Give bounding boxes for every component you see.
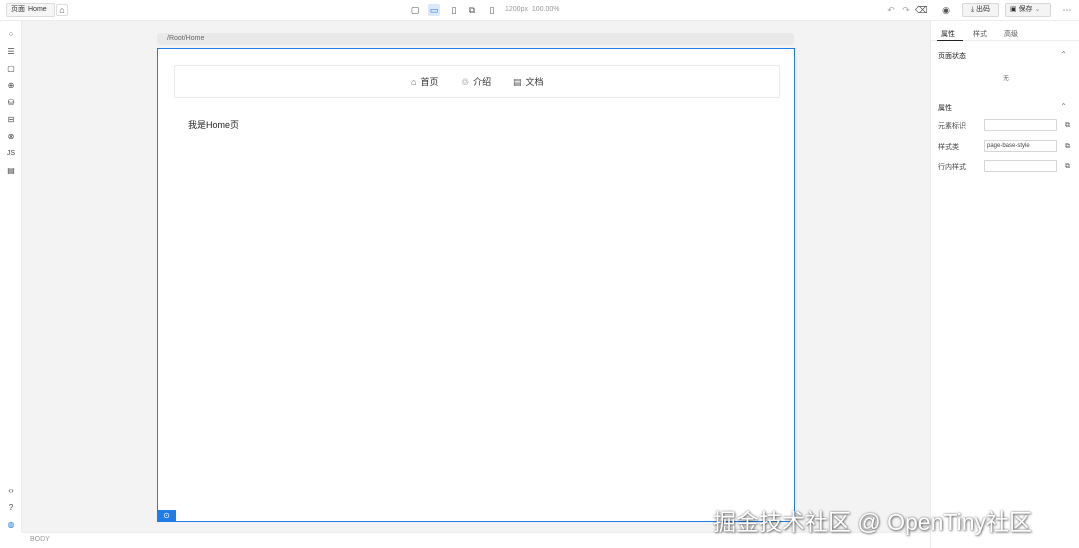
- mobile-device-icon[interactable]: ▯: [486, 4, 498, 16]
- bridge-icon[interactable]: ⊟: [5, 114, 17, 126]
- undo-icon[interactable]: ↶: [885, 4, 897, 16]
- active-tab-indicator: [937, 40, 963, 41]
- bind-variable-icon[interactable]: ⧉: [1065, 143, 1073, 151]
- nav-item-home[interactable]: ⌂ 首页: [411, 75, 438, 88]
- save-button[interactable]: ▣ 保存 ⌄: [1005, 3, 1051, 17]
- settings-tabs: 属性 样式 高级: [931, 21, 1079, 41]
- chevron-up-icon[interactable]: ⌃: [1060, 50, 1067, 59]
- tab-props[interactable]: 属性: [941, 29, 955, 39]
- nav-bar[interactable]: ⌂ 首页 ♲ 介绍 ▤ 文档: [174, 65, 780, 98]
- watermark: 掘金技术社区 @ OpenTiny社区: [713, 509, 1032, 535]
- selected-node-path[interactable]: BODY: [30, 536, 50, 543]
- canvas-size-readout: 1200px 100.00%: [505, 6, 560, 13]
- document-icon: ▤: [513, 77, 522, 87]
- recycle-icon: ♲: [461, 77, 470, 87]
- i18n-icon[interactable]: ⊗: [5, 131, 17, 143]
- inline-style-input[interactable]: [984, 160, 1057, 172]
- outline-icon[interactable]: ☰: [5, 46, 17, 58]
- page-selector[interactable]: 页面 Home: [6, 3, 55, 17]
- chevron-up-icon[interactable]: ⌃: [1060, 102, 1067, 111]
- left-plugin-bar: ⁘ ☰ ▢ ⊕ ⛁ ⊟ ⊗ JS ▤ ‹› ? ◍: [0, 21, 22, 532]
- prop-label-inline-style: 行内样式: [938, 164, 966, 171]
- page-icon[interactable]: ▢: [5, 63, 17, 75]
- layers-icon[interactable]: ⁘: [5, 29, 17, 41]
- page-selector-value: Home: [28, 6, 47, 13]
- bind-variable-icon[interactable]: ⧉: [1065, 122, 1073, 130]
- breadcrumb[interactable]: /Root/Home: [167, 35, 204, 42]
- tablet-portrait-icon[interactable]: ⧉: [466, 4, 478, 16]
- clear-icon[interactable]: ⌫: [915, 4, 928, 16]
- home-icon: ⌂: [411, 77, 417, 87]
- page-status-value: 无: [1003, 76, 1010, 82]
- class-name-input[interactable]: page-base-style: [984, 140, 1057, 152]
- prop-label-id: 元素标识: [938, 123, 966, 130]
- data-source-icon[interactable]: ⛁: [5, 97, 17, 109]
- element-id-input[interactable]: [984, 119, 1057, 131]
- generate-code-button[interactable]: ⤓ 出码: [962, 3, 999, 17]
- canvas-breadcrumb-bar: /Root/Home: [157, 33, 794, 45]
- selection-handle-icon[interactable]: ⊙: [157, 510, 176, 522]
- generate-code-label: 出码: [976, 6, 991, 13]
- desktop-device-icon[interactable]: ▢: [409, 4, 421, 16]
- edit-style-icon[interactable]: ⧉: [1065, 163, 1073, 171]
- page-selector-label: 页面: [11, 6, 25, 13]
- tab-styles[interactable]: 样式: [973, 29, 987, 39]
- top-toolbar: 页面 Home ⌂ ▢ ▭ ▯ ⧉ ▯ 1200px 100.00% ↶ ↷ ⌫ …: [0, 0, 1079, 21]
- zoom-level[interactable]: 100.00%: [532, 6, 560, 13]
- blocks-icon[interactable]: ⊕: [5, 80, 17, 92]
- section-page-status[interactable]: 页面状态: [938, 51, 966, 61]
- redo-icon[interactable]: ↷: [900, 4, 912, 16]
- laptop-device-icon[interactable]: ▭: [428, 4, 440, 16]
- save-label: 保存: [1018, 6, 1033, 13]
- settings-panel: 属性 样式 高级 页面状态 ⌃ 无 属性 ⌃ 元素标识 ⧉ 样式类 page-b…: [930, 21, 1079, 548]
- home-page-icon[interactable]: ⌂: [56, 4, 68, 16]
- nav-item-label: 首页: [420, 77, 439, 87]
- section-properties[interactable]: 属性: [938, 103, 952, 113]
- preview-icon[interactable]: ◉: [940, 4, 952, 16]
- canvas-width: 1200px: [505, 6, 528, 13]
- prop-label-class: 样式类: [938, 144, 959, 151]
- js-icon[interactable]: JS: [5, 148, 17, 160]
- tab-advanced[interactable]: 高级: [1004, 29, 1018, 39]
- nav-item-docs[interactable]: ▤ 文档: [513, 75, 544, 88]
- chevron-down-icon: ⌄: [1034, 6, 1041, 13]
- tablet-landscape-icon[interactable]: ▯: [448, 4, 460, 16]
- page-body-text[interactable]: 我是Home页: [188, 118, 239, 131]
- tutorial-icon[interactable]: ◍: [5, 519, 17, 531]
- help-icon[interactable]: ?: [5, 502, 17, 514]
- nav-item-intro[interactable]: ♲ 介绍: [461, 75, 491, 88]
- schema-icon[interactable]: ▤: [5, 165, 17, 177]
- more-icon[interactable]: ⋯: [1061, 4, 1073, 16]
- nav-item-label: 文档: [525, 77, 544, 87]
- nav-item-label: 介绍: [473, 77, 492, 87]
- page-canvas[interactable]: ⌂ 首页 ♲ 介绍 ▤ 文档 我是Home页 ⊙: [157, 48, 795, 522]
- code-icon[interactable]: ‹›: [5, 485, 17, 497]
